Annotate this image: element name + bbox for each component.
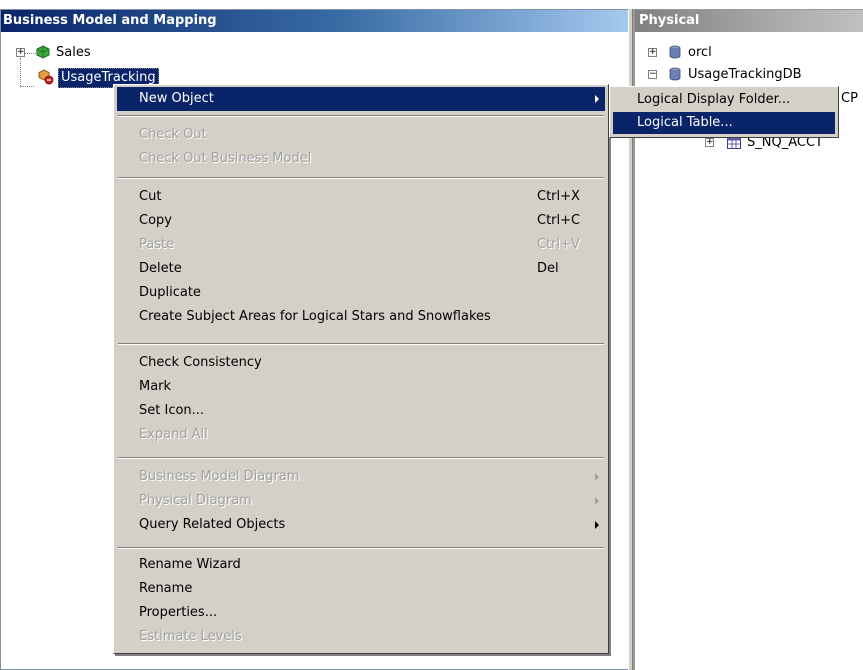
menu-item-label: Cut xyxy=(139,189,162,204)
submenu-arrow-icon xyxy=(595,521,599,529)
menu-item-paste[interactable]: Paste Ctrl+V xyxy=(117,233,605,257)
menu-item-label: Logical Display Folder... xyxy=(637,92,791,107)
menu-item-label: Estimate Levels xyxy=(139,629,242,644)
menu-item-label: Rename Wizard xyxy=(139,557,241,572)
menu-item-label: Business Model Diagram xyxy=(139,469,300,484)
menu-item-check-out-business-model[interactable]: Check Out Business Model xyxy=(117,147,605,171)
table-icon xyxy=(727,137,741,149)
expand-plus-icon[interactable]: + xyxy=(16,48,25,57)
menu-item-shortcut: Ctrl+V xyxy=(537,237,580,252)
menu-item-copy[interactable]: Copy Ctrl+C xyxy=(117,209,605,233)
menu-item-shortcut: Ctrl+C xyxy=(537,213,581,228)
menu-item-rename-wizard[interactable]: Rename Wizard xyxy=(117,553,605,577)
menu-item-label: Query Related Objects xyxy=(139,517,286,532)
tree-item-label: UsageTrackingDB xyxy=(688,67,802,82)
menu-item-label: Properties... xyxy=(139,605,218,620)
submenu-arrow-icon xyxy=(595,473,599,481)
business-model-pane-title: Business Model and Mapping xyxy=(1,10,630,32)
submenu-arrow-icon xyxy=(595,95,599,103)
menu-item-label: New Object xyxy=(139,91,214,106)
menu-separator xyxy=(118,547,604,549)
menu-item-label: Expand All xyxy=(139,427,208,442)
submenu-arrow-icon xyxy=(595,497,599,505)
menu-item-physical-diagram[interactable]: Physical Diagram xyxy=(117,489,605,513)
menu-item-create-subject-areas[interactable]: Create Subject Areas for Logical Stars a… xyxy=(117,305,605,329)
tree-item-label: CP xyxy=(841,91,858,106)
menu-item-properties[interactable]: Properties... xyxy=(117,601,605,625)
submenu-item-logical-display-folder[interactable]: Logical Display Folder... xyxy=(613,89,835,111)
business-model-icon xyxy=(36,45,50,59)
menu-separator xyxy=(118,115,604,117)
menu-item-rename[interactable]: Rename xyxy=(117,577,605,601)
menu-item-label: Create Subject Areas for Logical Stars a… xyxy=(139,309,491,324)
tree-line xyxy=(20,86,34,87)
menu-item-label: Check Consistency xyxy=(139,355,262,370)
menu-item-label: Check Out xyxy=(139,127,207,142)
menu-item-check-out[interactable]: Check Out xyxy=(117,123,605,147)
tree-item-sales[interactable]: + Sales xyxy=(16,44,216,62)
business-model-inconsistent-icon xyxy=(38,69,54,85)
menu-item-business-model-diagram[interactable]: Business Model Diagram xyxy=(117,465,605,489)
tree-item-label: Sales xyxy=(56,45,91,60)
menu-item-check-consistency[interactable]: Check Consistency xyxy=(117,351,605,375)
tree-item-orcl[interactable]: + orcl xyxy=(648,44,858,62)
menu-item-duplicate[interactable]: Duplicate xyxy=(117,281,605,305)
menu-item-mark[interactable]: Mark xyxy=(117,375,605,399)
menu-item-shortcut: Del xyxy=(537,261,559,276)
menu-item-set-icon[interactable]: Set Icon... xyxy=(117,399,605,423)
submenu-item-logical-table[interactable]: Logical Table... xyxy=(613,112,835,134)
menu-item-new-object[interactable]: New Object xyxy=(117,87,605,111)
menu-item-label: Set Icon... xyxy=(139,403,205,418)
menu-item-label: Paste xyxy=(139,237,175,252)
collapse-minus-icon[interactable]: − xyxy=(648,70,657,79)
tree-item-usagetrackingdb[interactable]: − UsageTrackingDB xyxy=(648,66,858,84)
tree-item-schema[interactable]: CP xyxy=(839,90,863,108)
context-menu: New Object Check Out Check Out Business … xyxy=(113,84,609,654)
menu-item-shortcut: Ctrl+X xyxy=(537,189,580,204)
menu-item-label: Check Out Business Model xyxy=(139,151,312,166)
tree-item-label: orcl xyxy=(688,45,712,60)
menu-item-label: Physical Diagram xyxy=(139,493,252,508)
expand-plus-icon[interactable]: + xyxy=(705,138,714,147)
menu-item-label: Mark xyxy=(139,379,172,394)
menu-item-label: Logical Table... xyxy=(637,115,733,130)
physical-pane-title: Physical xyxy=(635,10,863,32)
menu-separator xyxy=(118,177,604,179)
menu-item-estimate-levels[interactable]: Estimate Levels xyxy=(117,625,605,649)
menu-item-label: Rename xyxy=(139,581,193,596)
menu-item-label: Copy xyxy=(139,213,172,228)
menu-item-cut[interactable]: Cut Ctrl+X xyxy=(117,185,605,209)
menu-item-delete[interactable]: Delete Del xyxy=(117,257,605,281)
menu-item-label: Delete xyxy=(139,261,182,276)
menu-item-label: Duplicate xyxy=(139,285,201,300)
menu-item-expand-all[interactable]: Expand All xyxy=(117,423,605,447)
expand-plus-icon[interactable]: + xyxy=(648,48,657,57)
database-icon xyxy=(669,67,681,81)
menu-separator xyxy=(118,343,604,345)
menu-separator xyxy=(118,457,604,459)
new-object-submenu: Logical Display Folder... Logical Table.… xyxy=(609,86,839,138)
database-icon xyxy=(669,45,681,59)
menu-item-query-related-objects[interactable]: Query Related Objects xyxy=(117,513,605,537)
